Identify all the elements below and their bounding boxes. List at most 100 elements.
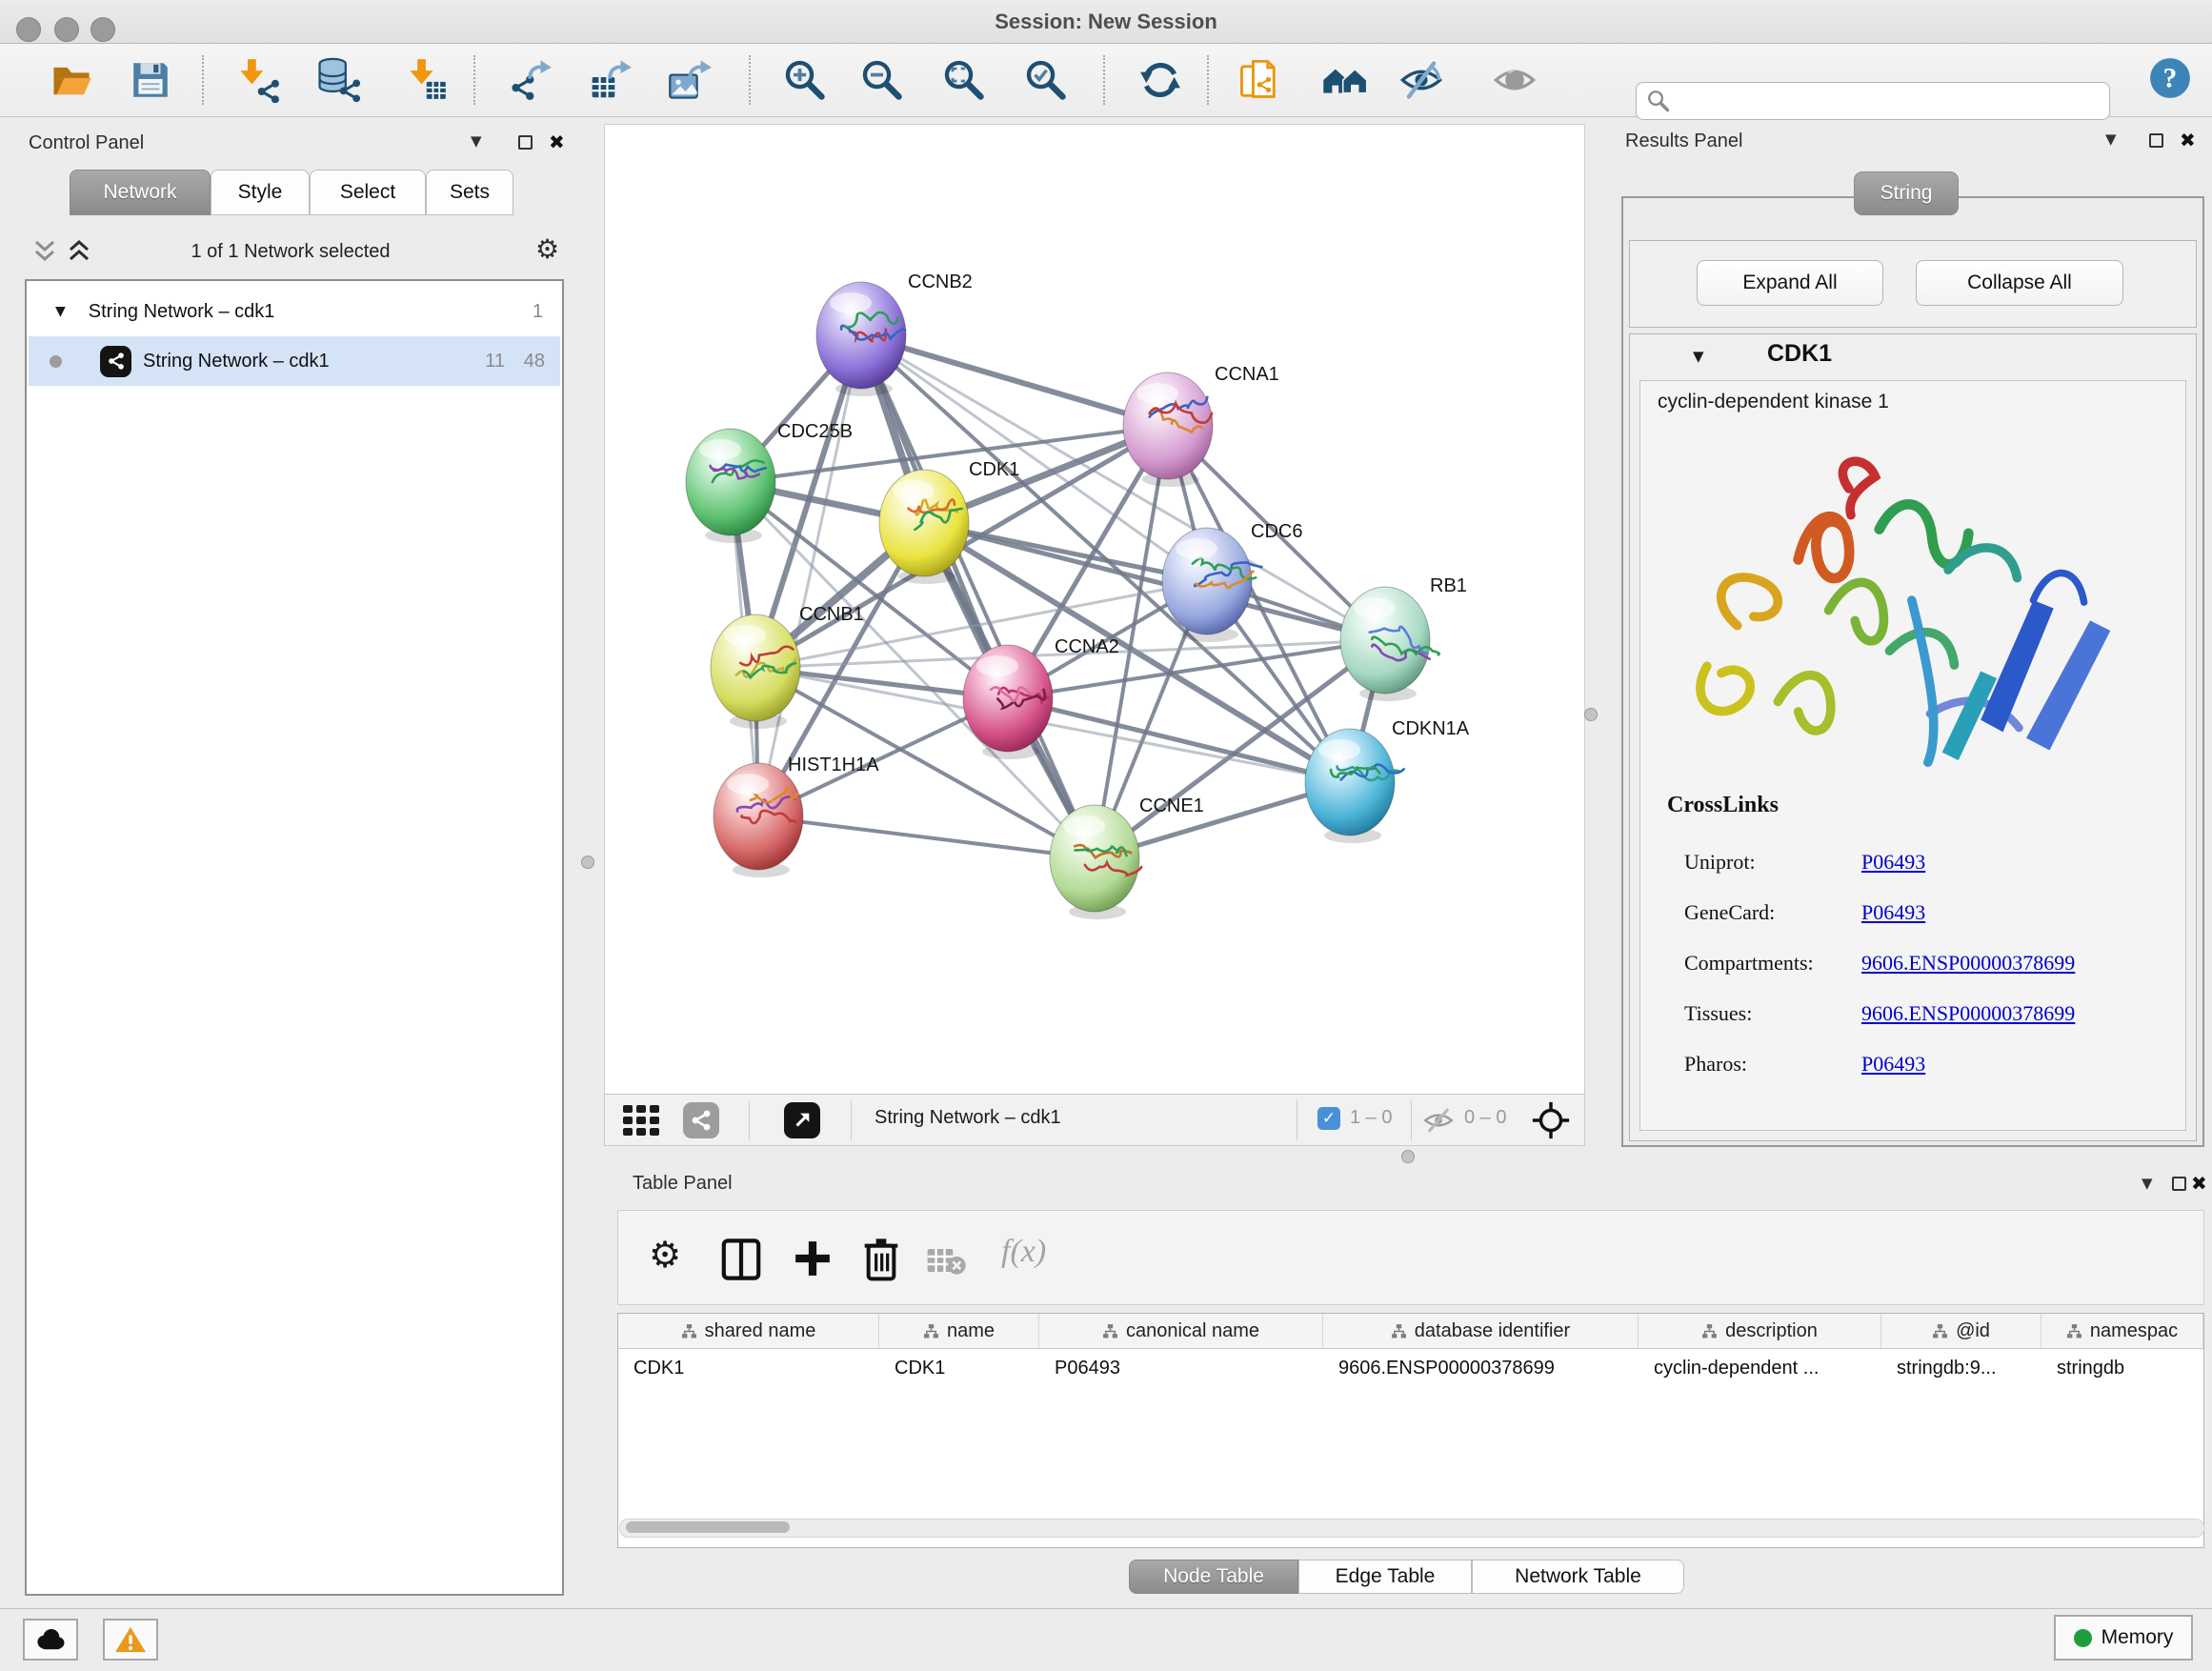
left-divider-handle[interactable]: [581, 856, 594, 869]
crosslink-compartments[interactable]: 9606.ENSP00000378699: [1861, 951, 2075, 976]
tab-network-table[interactable]: Network Table: [1472, 1560, 1684, 1594]
export-table-button[interactable]: [583, 53, 636, 107]
results-panel-close-button[interactable]: ✖: [2180, 129, 2196, 151]
table-cell[interactable]: P06493: [1039, 1358, 1323, 1379]
column-header-shared-name[interactable]: shared name: [618, 1314, 879, 1348]
add-column-icon[interactable]: [792, 1238, 834, 1279]
tab-style[interactable]: Style: [211, 170, 310, 215]
node-ccne1[interactable]: CCNE1: [1050, 795, 1204, 919]
results-panel-float-button[interactable]: [2149, 133, 2163, 148]
crosslink-pharos[interactable]: P06493: [1861, 1052, 1925, 1077]
table-panel-menu-caret[interactable]: ▼: [2142, 1175, 2153, 1192]
network-view-share-icon[interactable]: [683, 1102, 719, 1138]
cloud-button[interactable]: [23, 1619, 78, 1661]
table-row[interactable]: CDK1CDK1P064939606.ENSP00000378699cyclin…: [618, 1349, 2203, 1387]
table-cell[interactable]: 9606.ENSP00000378699: [1323, 1358, 1639, 1379]
tab-node-table[interactable]: Node Table: [1129, 1560, 1298, 1594]
edge-ccnb2-ccne1[interactable]: [861, 335, 1095, 858]
apply-layout-button[interactable]: [1134, 53, 1187, 107]
column-header-name[interactable]: name: [879, 1314, 1039, 1348]
birdseye-crosshair-icon[interactable]: [1531, 1100, 1571, 1140]
open-in-window-icon[interactable]: [784, 1102, 820, 1138]
network-options-gear-icon[interactable]: ⚙: [535, 233, 559, 265]
table-cell[interactable]: cyclin-dependent ...: [1639, 1358, 1881, 1379]
tab-string[interactable]: String: [1854, 171, 1959, 215]
tab-sets[interactable]: Sets: [426, 170, 513, 215]
node-cdkn1a[interactable]: CDKN1A: [1305, 718, 1470, 843]
column-header--id[interactable]: @id: [1881, 1314, 2041, 1348]
column-header-description[interactable]: description: [1639, 1314, 1881, 1348]
zoom-in-button[interactable]: [778, 53, 832, 107]
table-cell[interactable]: stringdb: [2041, 1358, 2203, 1379]
table-cell[interactable]: CDK1: [879, 1358, 1039, 1379]
grid-view-icon[interactable]: [622, 1104, 664, 1137]
table-panel-float-button[interactable]: [2172, 1177, 2186, 1191]
zoom-selected-button[interactable]: [1019, 53, 1073, 107]
column-header-database-identifier[interactable]: database identifier: [1323, 1314, 1639, 1348]
table-gear-icon[interactable]: ⚙: [649, 1234, 681, 1276]
open-session-button[interactable]: [45, 53, 98, 107]
tab-select[interactable]: Select: [310, 170, 426, 215]
memory-button[interactable]: Memory: [2054, 1615, 2193, 1661]
save-session-button[interactable]: [124, 53, 177, 107]
node-label-rb1: RB1: [1430, 575, 1467, 596]
edge-hist1h1a-ccne1[interactable]: [758, 816, 1095, 858]
gene-section-caret[interactable]: ▼: [1693, 348, 1704, 365]
collection-expand-caret[interactable]: ▼: [55, 304, 66, 319]
table-columns-icon[interactable]: [721, 1238, 761, 1281]
export-image-button[interactable]: [663, 53, 716, 107]
network-row[interactable]: String Network – cdk1 11 48: [29, 336, 560, 386]
crosslink-tissues[interactable]: 9606.ENSP00000378699: [1861, 1001, 2075, 1026]
results-panel-menu-caret[interactable]: ▼: [2105, 131, 2117, 148]
control-panel-float-button[interactable]: [518, 135, 533, 150]
column-header-namespac[interactable]: namespac: [2041, 1314, 2203, 1348]
delete-column-icon[interactable]: [862, 1236, 900, 1281]
hide-selected-button[interactable]: [1395, 53, 1448, 107]
table-header-row: shared namenamecanonical namedatabase id…: [618, 1314, 2203, 1349]
crosslink-genecard[interactable]: P06493: [1861, 900, 1925, 925]
node-table[interactable]: shared namenamecanonical namedatabase id…: [617, 1313, 2204, 1548]
zoom-out-button[interactable]: [855, 53, 909, 107]
node-ccna1[interactable]: CCNA1: [1123, 364, 1279, 487]
current-network-name: String Network – cdk1: [875, 1107, 1061, 1129]
node-rb1[interactable]: RB1: [1340, 575, 1467, 701]
control-panel-menu-caret[interactable]: ▼: [471, 132, 482, 150]
network-collection-row[interactable]: ▼ String Network – cdk1 1: [29, 287, 560, 336]
import-network-file-button[interactable]: [232, 53, 286, 107]
right-divider-handle[interactable]: [1584, 708, 1598, 721]
hidden-eye-slash-icon[interactable]: [1422, 1107, 1455, 1134]
bottom-divider-handle[interactable]: [1401, 1150, 1415, 1163]
node-hist1h1a[interactable]: HIST1H1A: [714, 755, 879, 877]
edge-ccnb2-hist1h1a[interactable]: [758, 335, 861, 816]
statusbar-separator: [851, 1100, 852, 1140]
collapse-all-button[interactable]: Collapse All: [1916, 260, 2123, 306]
network-canvas[interactable]: CCNB2CCNA1CDC25BCDK1CDC6RB1CCNB1CCNA2CDK…: [604, 124, 1585, 1095]
table-horizontal-scrollbar[interactable]: [619, 1519, 2204, 1538]
clone-network-button[interactable]: [1233, 53, 1286, 107]
import-network-database-button[interactable]: [312, 53, 366, 107]
warnings-button[interactable]: [103, 1619, 158, 1661]
show-all-button[interactable]: [1488, 53, 1541, 107]
table-scrollbar-thumb[interactable]: [626, 1521, 790, 1533]
search-field[interactable]: [1636, 82, 2110, 120]
tab-network[interactable]: Network: [70, 170, 211, 215]
table-cell[interactable]: stringdb:9...: [1881, 1358, 2041, 1379]
search-input[interactable]: [1671, 91, 2109, 111]
edge-ccnb2-ccna1[interactable]: [861, 335, 1168, 426]
help-button[interactable]: ?: [2143, 51, 2197, 105]
node-ccnb2[interactable]: CCNB2: [816, 272, 973, 396]
network-graph[interactable]: CCNB2CCNA1CDC25BCDK1CDC6RB1CCNB1CCNA2CDK…: [605, 125, 1584, 1094]
zoom-fit-button[interactable]: [937, 53, 991, 107]
column-header-canonical-name[interactable]: canonical name: [1039, 1314, 1323, 1348]
table-panel-close-button[interactable]: ✖: [2191, 1172, 2207, 1195]
table-cell[interactable]: CDK1: [618, 1358, 879, 1379]
control-panel-close-button[interactable]: ✖: [549, 131, 565, 153]
import-table-file-button[interactable]: [400, 53, 453, 107]
export-network-button[interactable]: [503, 53, 556, 107]
selected-checkbox[interactable]: ✓: [1317, 1107, 1340, 1130]
toolbar-separator: [1207, 55, 1209, 105]
string-home-button[interactable]: [1318, 53, 1372, 107]
tab-edge-table[interactable]: Edge Table: [1298, 1560, 1472, 1594]
crosslink-uniprot[interactable]: P06493: [1861, 850, 1925, 875]
expand-all-button[interactable]: Expand All: [1697, 260, 1883, 306]
